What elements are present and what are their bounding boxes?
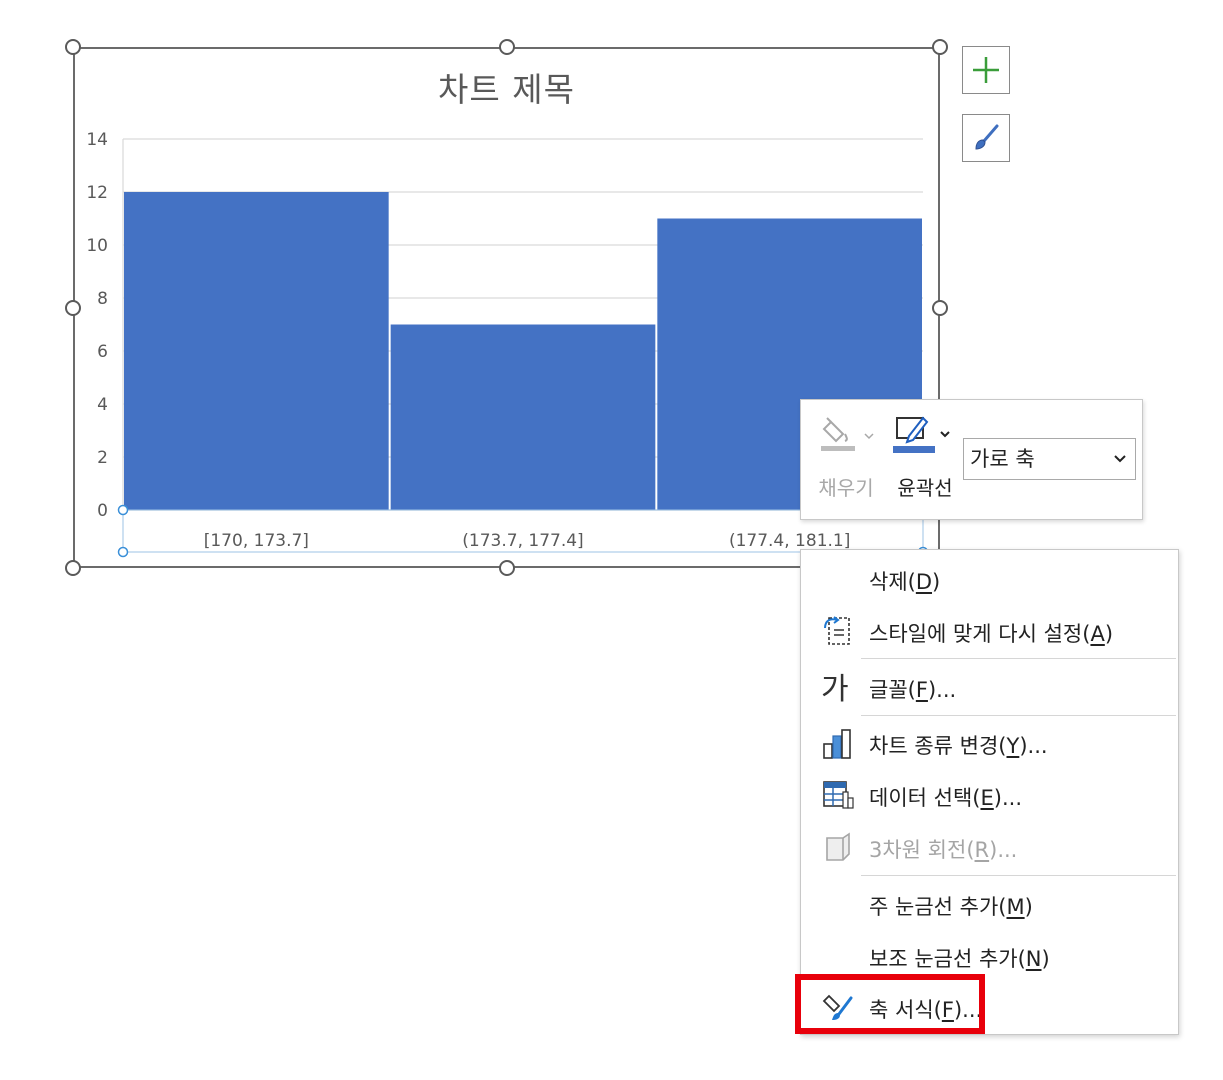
context-menu: 삭제(D) 스타일에 맞게 다시 설정(A) 가 글꼴(F)... 차트 종류 … xyxy=(800,549,1179,1035)
menu-item-reset-style[interactable]: 스타일에 맞게 다시 설정(A) xyxy=(801,606,1178,654)
axis-selection-handle[interactable] xyxy=(117,546,129,558)
menu-item-delete[interactable]: 삭제(D) xyxy=(801,554,1178,602)
select-data-icon xyxy=(823,781,854,809)
menu-item-label: 삭제 xyxy=(869,570,908,594)
chevron-down-icon xyxy=(1114,455,1126,463)
resize-handle-bottom[interactable] xyxy=(499,560,515,576)
menu-separator xyxy=(861,715,1176,716)
menu-item-accesskey: A xyxy=(1090,622,1105,646)
resize-handle-top-right[interactable] xyxy=(932,39,948,55)
brush-icon xyxy=(975,124,999,150)
menu-item-add-major-gridlines[interactable]: 주 눈금선 추가(M) xyxy=(801,879,1178,927)
plus-icon xyxy=(973,57,999,83)
menu-item-change-chart-type[interactable]: 차트 종류 변경(Y)... xyxy=(801,718,1178,766)
menu-item-3d-rotation[interactable]: 3차원 회전(R)... xyxy=(801,822,1178,870)
x-tick-label: (173.7, 177.4] xyxy=(462,531,583,551)
menu-item-accesskey: E xyxy=(980,786,994,810)
menu-item-suffix: ... xyxy=(936,678,957,702)
menu-separator xyxy=(861,658,1176,659)
chart-elements-button[interactable] xyxy=(962,46,1010,94)
menu-item-accesskey: D xyxy=(915,570,933,594)
menu-item-label: 스타일에 맞게 다시 설정 xyxy=(869,622,1083,646)
menu-item-suffix: ... xyxy=(1027,734,1048,758)
y-tick-label: 0 xyxy=(97,501,108,521)
x-tick-label: (177.4, 181.1] xyxy=(729,531,850,551)
menu-item-select-data[interactable]: 데이터 선택(E)... xyxy=(801,770,1178,818)
resize-handle-top-left[interactable] xyxy=(65,39,81,55)
menu-item-label: 글꼴 xyxy=(869,678,908,702)
menu-item-label: 데이터 선택 xyxy=(869,786,973,810)
outline-label: 윤곽선 xyxy=(897,476,953,500)
menu-item-accesskey: Y xyxy=(1006,734,1020,758)
y-tick-label: 8 xyxy=(97,289,108,309)
menu-item-label: 3차원 회전 xyxy=(869,838,967,862)
y-tick-label: 12 xyxy=(86,183,108,203)
paint-bucket-icon xyxy=(821,417,874,451)
menu-item-accesskey: R xyxy=(974,838,990,862)
chart-styles-button[interactable] xyxy=(962,114,1010,162)
menu-item-accesskey: N xyxy=(1025,947,1042,971)
menu-separator xyxy=(861,875,1176,876)
menu-item-suffix: ... xyxy=(997,838,1018,862)
menu-item-suffix: ... xyxy=(1001,786,1022,810)
y-tick-label: 4 xyxy=(97,395,108,415)
y-tick-label: 2 xyxy=(97,448,108,468)
font-icon: 가 xyxy=(821,672,849,707)
highlight-annotation xyxy=(795,974,985,1034)
resize-handle-top[interactable] xyxy=(499,39,515,55)
axis-selection-handle[interactable] xyxy=(117,504,129,516)
bar-chart-icon xyxy=(823,729,851,759)
3d-rotation-icon xyxy=(826,832,850,861)
y-tick-label: 10 xyxy=(86,236,108,256)
bar[interactable] xyxy=(124,192,389,510)
menu-item-accesskey: F xyxy=(915,678,928,702)
mini-toolbar: 채우기 윤곽선 가로 축 xyxy=(800,399,1143,520)
chart-element-select[interactable]: 가로 축 xyxy=(963,438,1136,480)
menu-item-label: 차트 종류 변경 xyxy=(869,734,999,758)
menu-item-add-minor-gridlines[interactable]: 보조 눈금선 추가(N) xyxy=(801,931,1178,979)
resize-handle-bottom-left[interactable] xyxy=(65,560,81,576)
chart-element-value: 가로 축 xyxy=(970,447,1035,471)
x-tick-label: [170, 173.7] xyxy=(204,531,309,551)
y-tick-label: 14 xyxy=(86,130,108,150)
y-tick-label: 6 xyxy=(97,342,108,362)
menu-item-label: 보조 눈금선 추가 xyxy=(869,947,1018,971)
fill-label: 채우기 xyxy=(818,476,874,500)
bar[interactable] xyxy=(390,324,656,511)
resize-handle-left[interactable] xyxy=(65,300,81,316)
menu-item-font[interactable]: 가 글꼴(F)... xyxy=(801,662,1178,710)
reset-style-icon xyxy=(824,616,850,645)
menu-item-accesskey: M xyxy=(1006,895,1025,919)
menu-item-label: 주 눈금선 추가 xyxy=(869,895,999,919)
resize-handle-right[interactable] xyxy=(932,300,948,316)
outline-pen-icon xyxy=(893,416,950,453)
